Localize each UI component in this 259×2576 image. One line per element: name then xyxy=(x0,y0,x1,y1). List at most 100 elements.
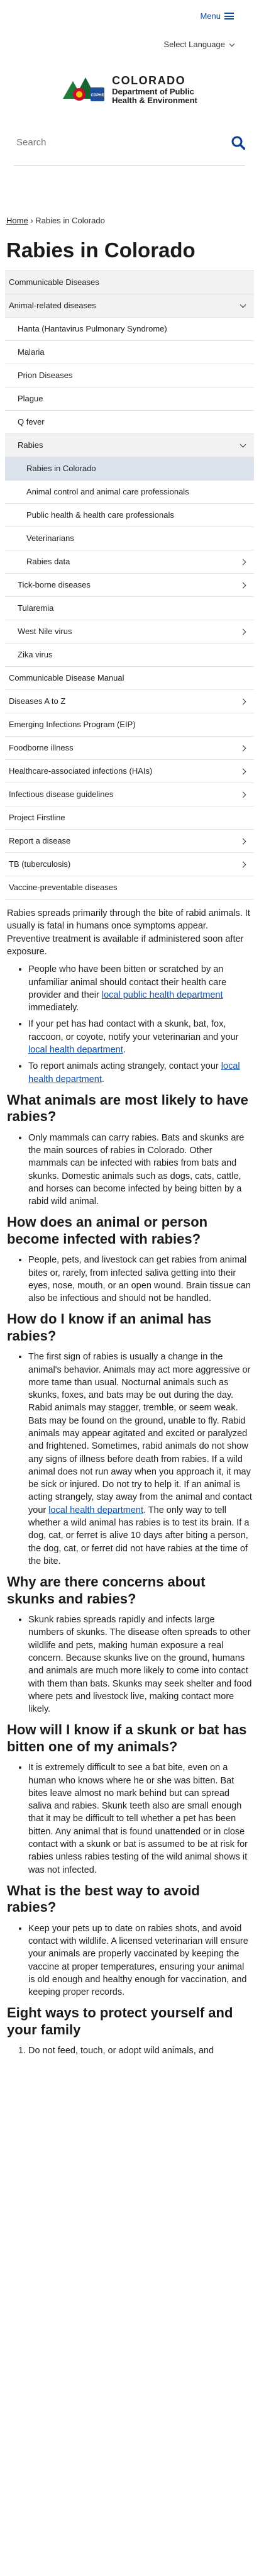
nav-item-infectious-disease-guidelines[interactable]: Infectious disease guidelines xyxy=(5,783,254,807)
list-item: Keep your pets up to date on rabies shot… xyxy=(28,1922,252,1999)
logo-line-colorado: COLORADO xyxy=(112,74,186,87)
nav-item-label: Emerging Infections Program (EIP) xyxy=(9,719,136,729)
nav-item-west-nile-virus[interactable]: West Nile virus xyxy=(5,620,254,644)
eight-ways-list: Do not feed, touch, or adopt wild animal… xyxy=(7,2044,252,2057)
nav-item-label: Hanta (Hantavirus Pulmonary Syndrome) xyxy=(18,323,167,333)
nav-item-label: Rabies xyxy=(18,440,43,450)
local-health-department-link[interactable]: local health department xyxy=(48,1505,143,1515)
chevron-right-icon[interactable] xyxy=(240,791,246,798)
chevron-right-icon[interactable] xyxy=(240,861,246,867)
nav-item-label: Tularemia xyxy=(18,603,54,613)
list-item-text: To report animals acting strangely, cont… xyxy=(28,1061,221,1072)
heading-likely-animals: What animals are most likely to have rab… xyxy=(7,1091,248,1125)
list-item: To report animals acting strangely, cont… xyxy=(28,1060,252,1086)
nav-item-diseases-a-to-z[interactable]: Diseases A to Z xyxy=(5,690,254,714)
nav-item-animal-control-and-animal-care-professionals[interactable]: Animal control and animal care professio… xyxy=(5,481,254,505)
nav-item-veterinarians[interactable]: Veterinarians xyxy=(5,527,254,551)
nav-item-emerging-infections-program-eip[interactable]: Emerging Infections Program (EIP) xyxy=(5,713,254,737)
logo-line-department: Department of Public xyxy=(112,86,194,96)
chevron-right-icon[interactable] xyxy=(240,628,246,635)
become-infected-list: People, pets, and livestock can get rabi… xyxy=(7,1254,252,1305)
heading-skunk-bat-bite: How will I know if a skunk or bat has bi… xyxy=(7,1722,247,1754)
nav-item-plague[interactable]: Plague xyxy=(5,388,254,411)
list-item-text: . xyxy=(101,1074,104,1084)
nav-item-communicable-diseases[interactable]: Communicable Diseases xyxy=(5,271,254,295)
heading-become-infected: How does an animal or person become infe… xyxy=(7,1214,208,1247)
chevron-right-icon[interactable] xyxy=(240,768,246,774)
nav-item-tick-borne-diseases[interactable]: Tick-borne diseases xyxy=(5,574,254,598)
list-item-text: immediately. xyxy=(28,1003,79,1013)
list-item: Do not feed, touch, or adopt wild animal… xyxy=(28,2044,252,2057)
search-icon[interactable] xyxy=(231,136,245,150)
svg-text:CDPHE: CDPHE xyxy=(91,94,104,98)
search-input[interactable] xyxy=(14,137,190,148)
section-navigation: Communicable Diseases Animal-related dise… xyxy=(5,270,254,900)
breadcrumb-home-link[interactable]: Home xyxy=(6,216,28,225)
search-bar xyxy=(14,120,245,166)
nav-item-label: Malaria xyxy=(18,347,45,357)
nav-item-label: Infectious disease guidelines xyxy=(9,789,114,799)
logo-line-health: Health & Environment xyxy=(112,96,197,106)
chevron-right-icon[interactable] xyxy=(240,698,246,705)
heading-know-rabies: How do I know if an animal has rabies? xyxy=(7,1311,212,1344)
local-health-department-link[interactable]: local public health department xyxy=(102,990,223,1000)
nav-item-q-fever[interactable]: Q fever xyxy=(5,411,254,435)
nav-item-label: Public health & health care professional… xyxy=(26,510,174,520)
nav-item-label: Animal control and animal care professio… xyxy=(26,486,189,496)
list-item-text: The first sign of rabies is usually a ch… xyxy=(28,1352,252,1515)
nav-item-vaccine-preventable-diseases[interactable]: Vaccine-preventable diseases xyxy=(5,876,254,900)
agency-logo[interactable]: CDPHE COLORADO Department of Public Heal… xyxy=(0,57,259,120)
list-item-text: . xyxy=(123,1045,126,1056)
breadcrumb-current: Rabies in Colorado xyxy=(35,216,105,225)
nav-item-label: Q fever xyxy=(18,416,45,427)
local-health-department-link[interactable]: local health department xyxy=(28,1045,123,1055)
breadcrumb-separator: › xyxy=(30,216,33,225)
nav-item-label: Veterinarians xyxy=(26,533,74,543)
menu-button[interactable]: Menu xyxy=(200,11,234,22)
nav-item-prion-diseases[interactable]: Prion Diseases xyxy=(5,364,254,388)
nav-item-label: Communicable Diseases xyxy=(9,277,99,287)
nav-item-label: Tick-borne diseases xyxy=(18,579,91,589)
nav-item-report-a-disease[interactable]: Report a disease xyxy=(5,830,254,854)
list-item: The first sign of rabies is usually a ch… xyxy=(28,1351,252,1568)
chevron-down-icon[interactable] xyxy=(240,301,246,308)
nav-item-label: West Nile virus xyxy=(18,626,72,636)
skunk-bat-bite-list: It is extremely difficult to see a bat b… xyxy=(7,1761,252,1876)
nav-item-rabies-in-colorado[interactable]: Rabies in Colorado xyxy=(5,457,254,481)
nav-item-zika-virus[interactable]: Zika virus xyxy=(5,644,254,667)
nav-item-animal-related-diseases[interactable]: Animal-related diseases xyxy=(5,294,254,318)
list-item-text: If your pet has had contact with a skunk… xyxy=(28,1019,239,1042)
nav-item-healthcare-associated-infections-hais[interactable]: Healthcare-associated infections (HAIs) xyxy=(5,760,254,784)
colorado-logo-icon: CDPHE xyxy=(63,77,105,101)
top-bar: Menu xyxy=(0,0,259,33)
list-item: Skunk rabies spreads rapidly and infects… xyxy=(28,1614,252,1715)
list-item: If your pet has had contact with a skunk… xyxy=(28,1018,252,1056)
nav-item-hanta-hantavirus-pulmonary-syndrome[interactable]: Hanta (Hantavirus Pulmonary Syndrome) xyxy=(5,318,254,342)
chevron-down-icon xyxy=(229,41,235,47)
page-title: Rabies in Colorado xyxy=(6,238,196,262)
nav-item-rabies-data[interactable]: Rabies data xyxy=(5,550,254,574)
nav-item-public-health-health-care-professionals[interactable]: Public health & health care professional… xyxy=(5,504,254,528)
nav-item-label: Rabies data xyxy=(26,556,70,566)
nav-item-rabies[interactable]: Rabies xyxy=(5,434,254,458)
nav-item-tularemia[interactable]: Tularemia xyxy=(5,597,254,621)
main-content: Rabies spreads primarily through the bit… xyxy=(0,900,259,2057)
intro-list: People who have been bitten or scratched… xyxy=(7,963,252,1086)
nav-item-foodborne-illness[interactable]: Foodborne illness xyxy=(5,737,254,761)
nav-item-tb-tuberculosis[interactable]: TB (tuberculosis) xyxy=(5,853,254,877)
language-selector[interactable]: Select Language xyxy=(0,33,259,57)
nav-item-malaria[interactable]: Malaria xyxy=(5,341,254,365)
nav-item-project-firstline[interactable]: Project Firstline xyxy=(5,806,254,830)
nav-item-communicable-disease-manual[interactable]: Communicable Disease Manual xyxy=(5,667,254,691)
site-header: Menu Select Language CDPHE COLORADO Depa… xyxy=(0,0,259,166)
chevron-right-icon[interactable] xyxy=(240,582,246,588)
nav-item-label: Zika virus xyxy=(18,649,53,659)
nav-item-label: Project Firstline xyxy=(9,812,65,822)
know-rabies-list: The first sign of rabies is usually a ch… xyxy=(7,1351,252,1568)
chevron-right-icon[interactable] xyxy=(240,559,246,565)
chevron-right-icon[interactable] xyxy=(240,745,246,751)
nav-item-label: Foodborne illness xyxy=(9,742,74,752)
chevron-down-icon[interactable] xyxy=(240,441,246,447)
chevron-right-icon[interactable] xyxy=(240,838,246,844)
skunk-concerns-list: Skunk rabies spreads rapidly and infects… xyxy=(7,1614,252,1715)
